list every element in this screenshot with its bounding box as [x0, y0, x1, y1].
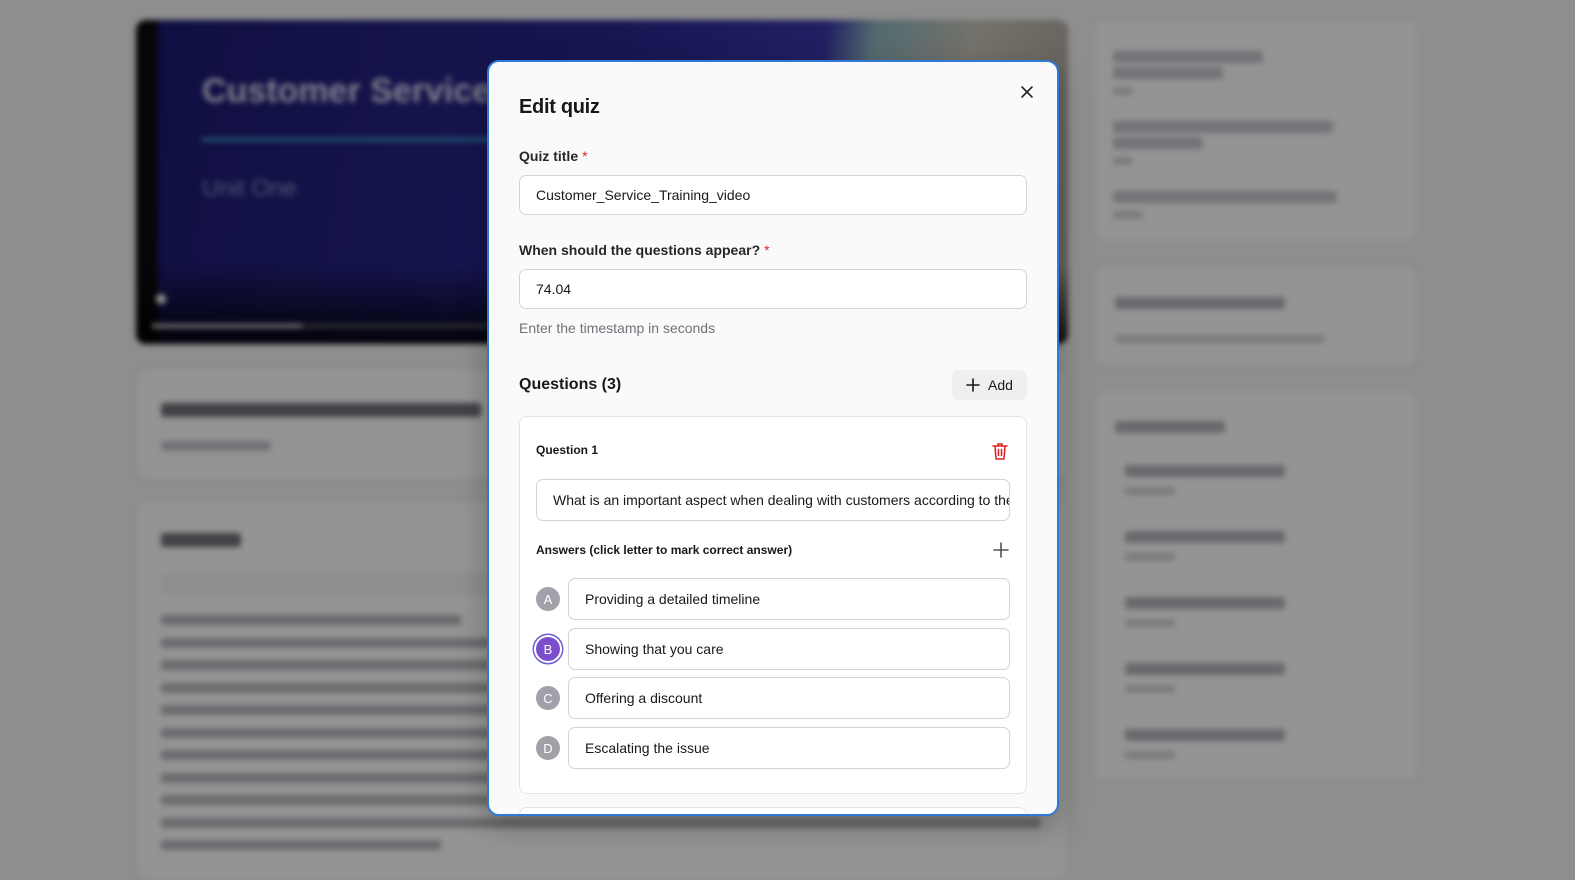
quiz-title-label: Quiz title * [519, 148, 588, 164]
answer-input-b[interactable]: Showing that you care [568, 628, 1010, 670]
close-icon [1021, 86, 1033, 98]
question-timing-label: When should the questions appear? * [519, 242, 770, 258]
add-answer-icon[interactable] [992, 541, 1010, 559]
question-card [519, 807, 1027, 814]
answer-input-d[interactable]: Escalating the issue [568, 727, 1010, 769]
close-button[interactable] [1015, 80, 1039, 104]
answer-row: C Offering a discount [536, 677, 1010, 719]
answer-letter-a[interactable]: A [536, 587, 560, 611]
dialog-title: Edit quiz [519, 96, 600, 118]
answer-row: A Providing a detailed timeline [536, 578, 1010, 620]
answer-letter-b[interactable]: B [536, 637, 560, 661]
question-card: Question 1 What is an important aspect w… [519, 416, 1027, 794]
answer-row: D Escalating the issue [536, 727, 1010, 769]
answer-letter-d[interactable]: D [536, 736, 560, 760]
timestamp-input[interactable]: 74.04 [519, 269, 1027, 309]
timestamp-helper-text: Enter the timestamp in seconds [519, 320, 716, 336]
answer-input-c[interactable]: Offering a discount [568, 677, 1010, 719]
add-question-button[interactable]: Add [952, 370, 1027, 400]
answer-row: B Showing that you care [536, 628, 1010, 670]
answers-label: Answers (click letter to mark correct an… [536, 543, 793, 557]
questions-heading: Questions (3) [519, 376, 622, 393]
question-number-label: Question 1 [536, 443, 599, 457]
question-text-input[interactable]: What is an important aspect when dealing… [536, 479, 1010, 521]
answer-letter-c[interactable]: C [536, 686, 560, 710]
trash-icon[interactable] [990, 441, 1010, 461]
edit-quiz-dialog: Edit quiz Quiz title * Customer_Service_T… [487, 60, 1059, 816]
answer-input-a[interactable]: Providing a detailed timeline [568, 578, 1010, 620]
add-question-label: Add [988, 377, 1013, 393]
quiz-title-input[interactable]: Customer_Service_Training_video [519, 175, 1027, 215]
plus-icon [966, 378, 980, 392]
